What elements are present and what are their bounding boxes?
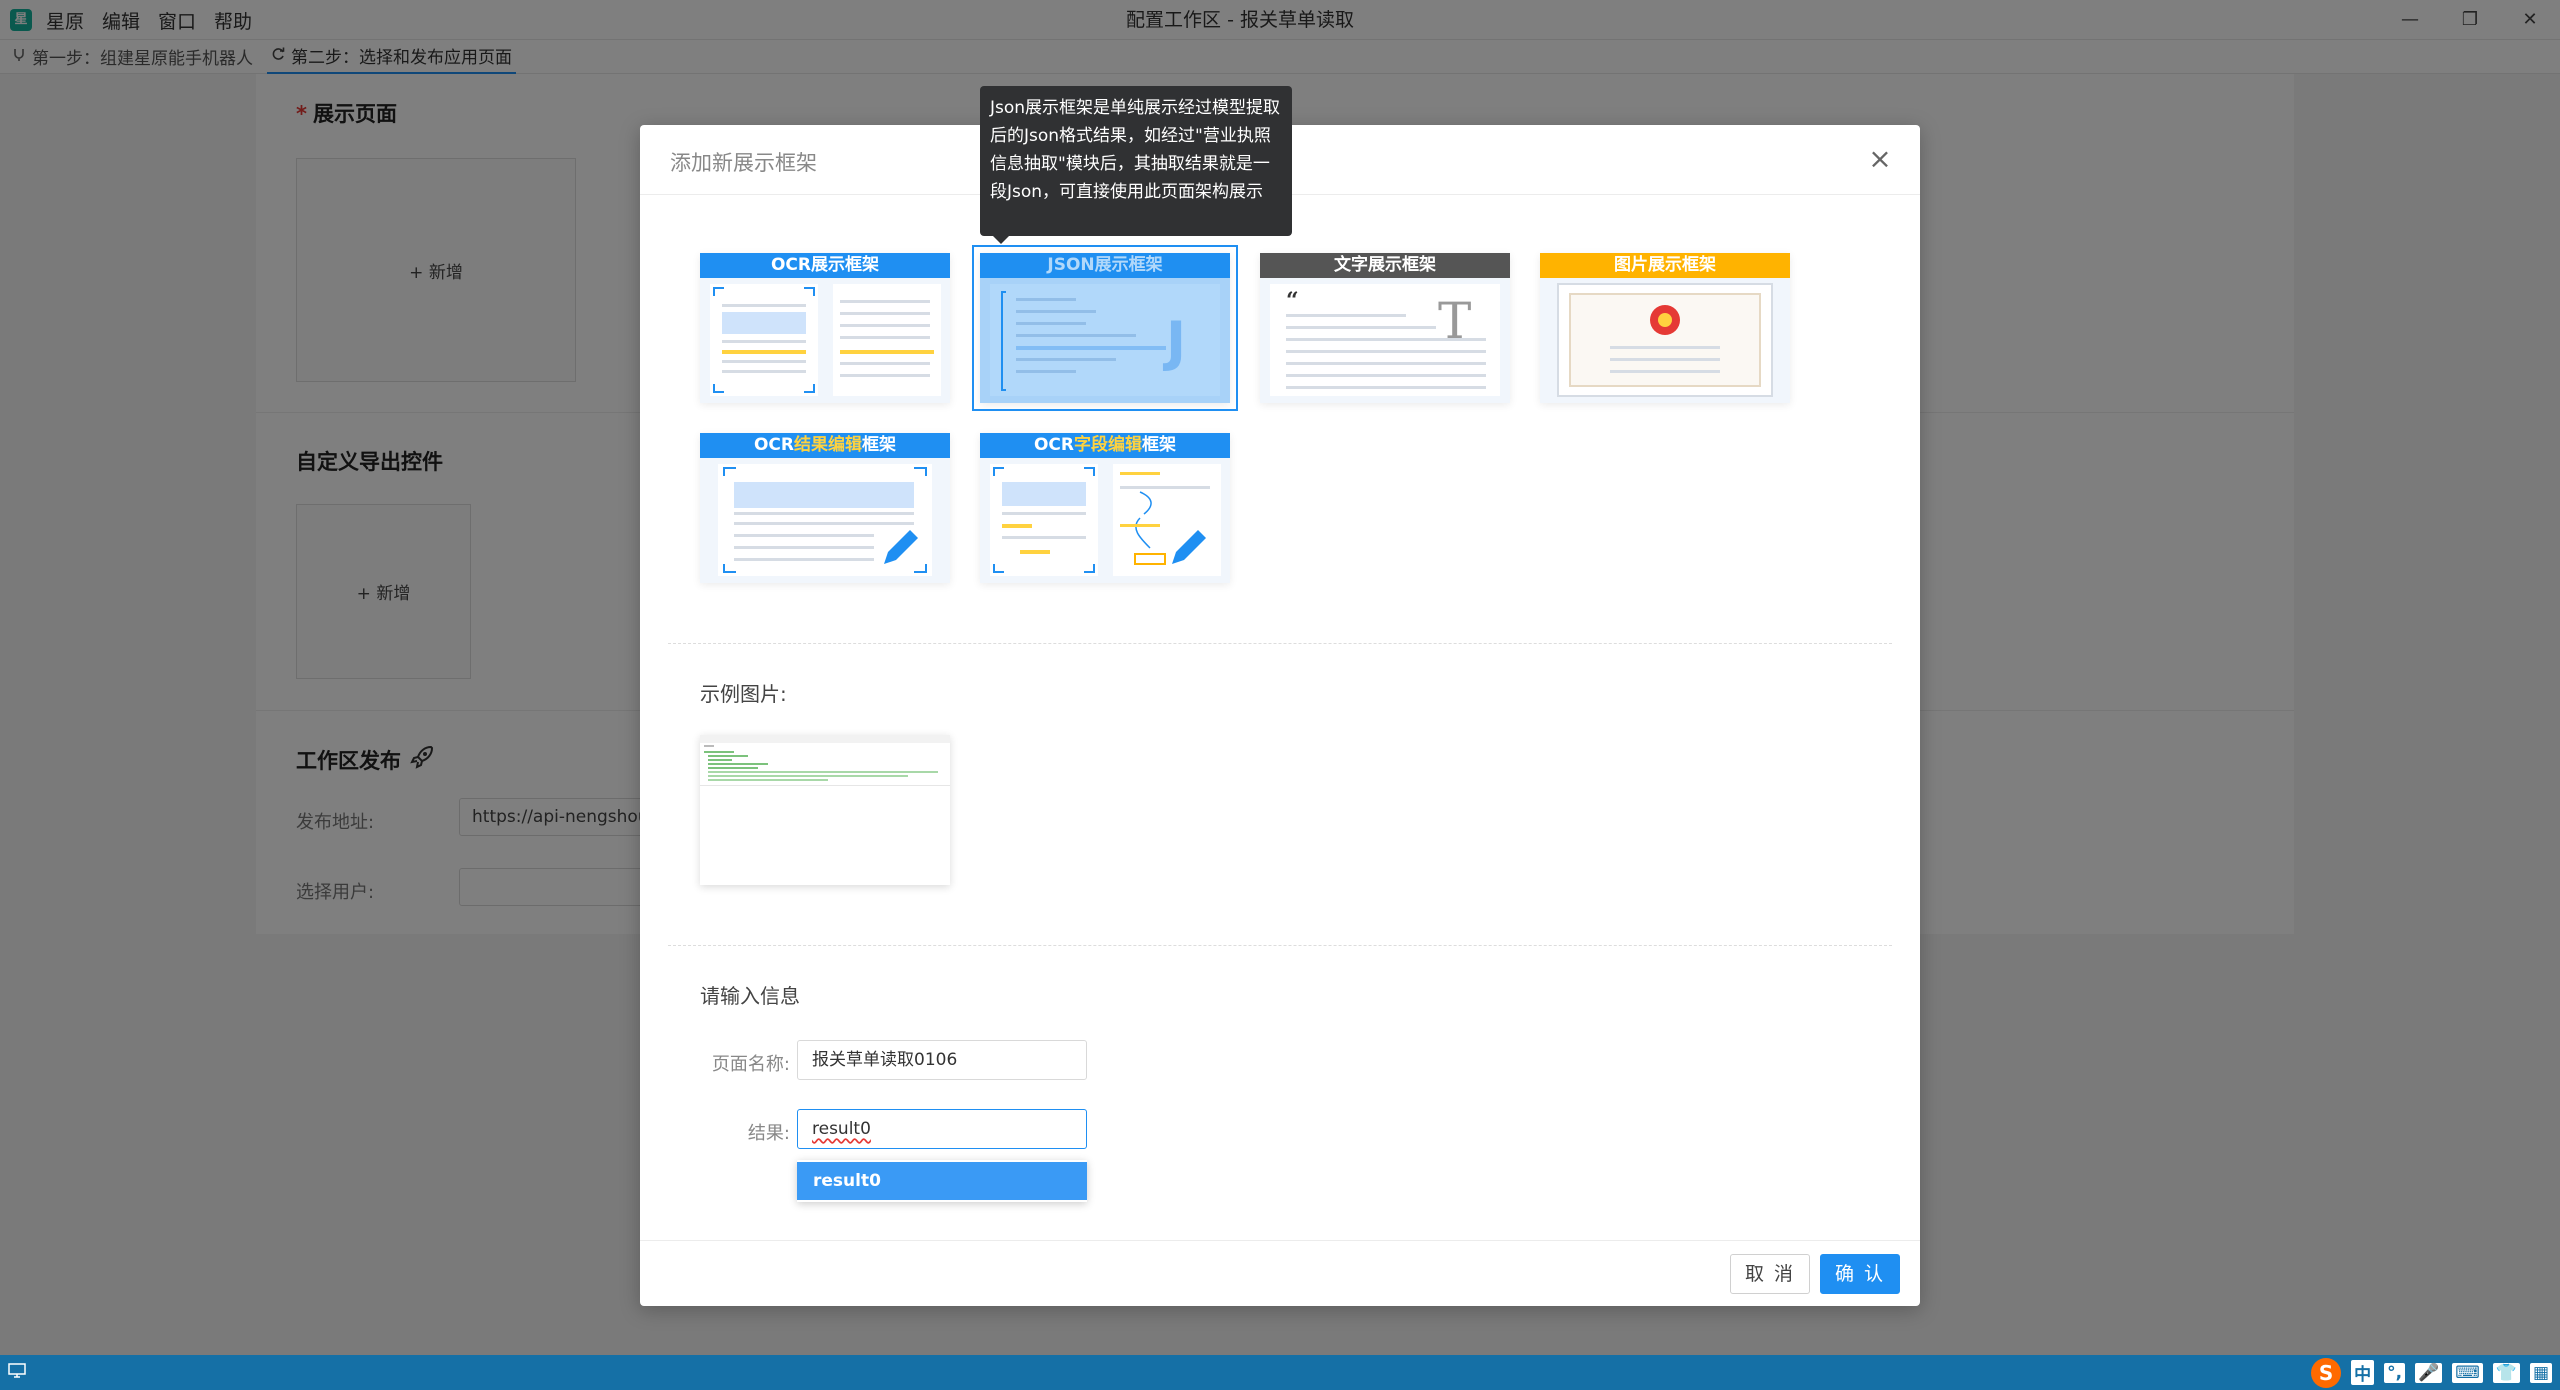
frame-card-ocr-result-edit[interactable]: OCR结果编辑框架 bbox=[700, 433, 950, 583]
keyboard-icon[interactable]: ⌨ bbox=[2452, 1362, 2483, 1383]
sample-image bbox=[700, 735, 950, 885]
desktop-icon[interactable] bbox=[8, 1363, 26, 1383]
ime-mode-toggle[interactable]: 中 bbox=[2351, 1360, 2375, 1385]
json-frame-tooltip: Json展示框架是单纯展示经过模型提取后的Json格式结果，如经过"营业执照信息… bbox=[980, 86, 1292, 236]
dropdown-option-result0[interactable]: result0 bbox=[797, 1162, 1087, 1200]
frame-card-ocr-field-edit[interactable]: OCR字段编辑框架 bbox=[980, 433, 1230, 583]
frame-card-title: OCR字段编辑框架 bbox=[980, 433, 1230, 458]
frame-card-title: OCR展示框架 bbox=[700, 253, 950, 278]
frame-card-title: 文字展示框架 bbox=[1260, 253, 1510, 278]
result-dropdown: result0 bbox=[797, 1160, 1087, 1202]
grid-icon[interactable]: ▦ bbox=[2529, 1362, 2552, 1383]
svg-text:T: T bbox=[1438, 292, 1471, 350]
frame-title-part: OCR bbox=[753, 435, 795, 455]
ocr-preview-icon bbox=[700, 278, 950, 403]
page-name-label: 页面名称: bbox=[711, 1054, 790, 1075]
skin-icon[interactable]: 👕 bbox=[2492, 1362, 2520, 1383]
confirm-button[interactable]: 确 认 bbox=[1820, 1254, 1900, 1294]
page-name-input[interactable]: 报关草单读取0106 bbox=[797, 1040, 1087, 1080]
frame-title-part: 框架 bbox=[862, 435, 897, 455]
tooltip-arrow bbox=[993, 236, 1009, 244]
result-input[interactable]: result0 bbox=[797, 1109, 1087, 1149]
frame-title-part: 框架 bbox=[1142, 435, 1177, 455]
frame-title-highlight: 字段编辑 bbox=[1074, 435, 1143, 455]
divider bbox=[668, 643, 1892, 644]
frame-title-highlight: 结果编辑 bbox=[794, 435, 863, 455]
close-icon[interactable]: × bbox=[1862, 141, 1898, 177]
ime-toolbar: S 中 °, 🎤 ⌨ 👕 ▦ bbox=[2311, 1357, 2552, 1388]
cancel-button[interactable]: 取 消 bbox=[1730, 1254, 1810, 1294]
microphone-icon[interactable]: 🎤 bbox=[2415, 1362, 2443, 1383]
modal-title: 添加新展示框架 bbox=[670, 151, 817, 175]
selected-overlay bbox=[980, 253, 1230, 403]
image-preview-icon bbox=[1540, 278, 1790, 403]
ime-logo-icon[interactable]: S bbox=[2311, 1357, 2342, 1388]
add-frame-modal: 添加新展示框架 × OCR展示框架 JSON展示框架 J 文字展示框架 “ T … bbox=[640, 125, 1920, 1306]
text-preview-icon: “ T bbox=[1260, 278, 1510, 403]
info-section-title: 请输入信息 bbox=[700, 984, 800, 1008]
taskbar: S 中 °, 🎤 ⌨ 👕 ▦ bbox=[0, 1355, 2560, 1390]
frame-title-part: OCR bbox=[1033, 435, 1075, 455]
svg-text:“: “ bbox=[1286, 288, 1299, 314]
ocr-field-edit-preview-icon bbox=[980, 458, 1230, 583]
divider bbox=[668, 945, 1892, 946]
frame-card-title: 图片展示框架 bbox=[1540, 253, 1790, 278]
frame-card-text[interactable]: 文字展示框架 “ T bbox=[1260, 253, 1510, 403]
result-label: 结果: bbox=[747, 1123, 790, 1144]
ime-punct-toggle[interactable]: °, bbox=[2384, 1362, 2406, 1383]
ocr-result-edit-preview-icon bbox=[700, 458, 950, 583]
modal-footer: 取 消 确 认 bbox=[640, 1240, 1920, 1306]
frame-card-title: OCR结果编辑框架 bbox=[700, 433, 950, 458]
frame-card-ocr[interactable]: OCR展示框架 bbox=[700, 253, 950, 403]
frame-card-image[interactable]: 图片展示框架 bbox=[1540, 253, 1790, 403]
sample-image-label: 示例图片: bbox=[700, 682, 787, 706]
frame-card-json[interactable]: JSON展示框架 J bbox=[972, 245, 1238, 411]
result-input-value: result0 bbox=[812, 1119, 871, 1139]
